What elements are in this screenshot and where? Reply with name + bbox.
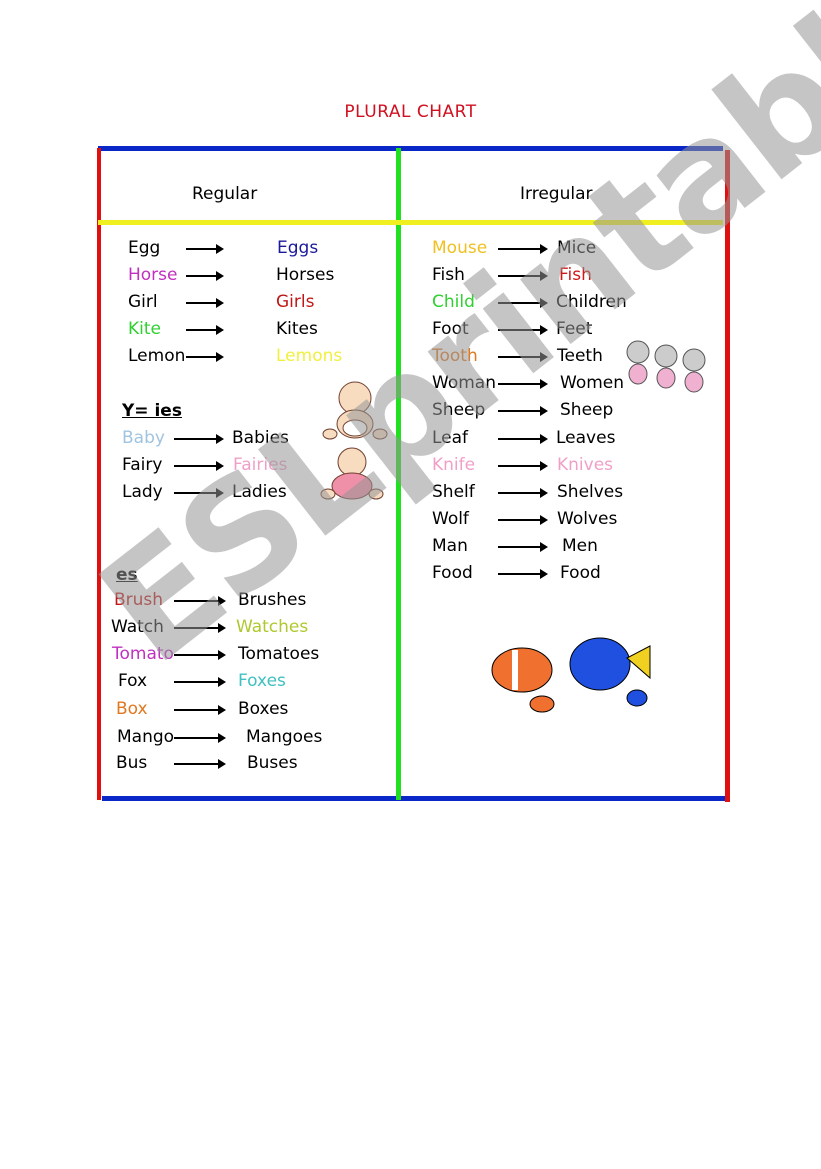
arrow-icon [186, 298, 224, 308]
arrow-icon [174, 623, 226, 633]
regular-es-plural: Buses [247, 753, 298, 773]
regular-es-plural: Foxes [238, 671, 286, 691]
arrow-icon [174, 759, 226, 769]
irregular-singular: Mouse [432, 238, 488, 258]
irregular-singular: Knife [432, 455, 476, 475]
column-divider [396, 148, 401, 800]
regular-basic-singular: Girl [128, 292, 158, 312]
regular-es-singular: Mango [117, 727, 175, 747]
arrow-icon [498, 352, 548, 362]
irregular-plural: Teeth [557, 346, 603, 366]
regular-es-singular: Bus [116, 753, 148, 773]
arrow-icon [174, 650, 226, 660]
bottom-border [102, 796, 727, 801]
irregular-singular: Wolf [432, 509, 469, 529]
irregular-plural: Women [560, 373, 625, 393]
regular-es-singular: Tomato [112, 644, 174, 664]
arrow-icon [498, 488, 548, 498]
irregular-singular: Food [432, 563, 473, 583]
header-irregular: Irregular [520, 184, 593, 204]
irregular-plural: Fish [559, 265, 592, 285]
arrow-icon [186, 325, 224, 335]
arrow-icon [498, 434, 548, 444]
arrow-icon [174, 596, 226, 606]
arrow-icon [498, 271, 548, 281]
ies-heading: Y= ies [122, 401, 182, 421]
arrow-icon [498, 515, 548, 525]
regular-ies-singular: Baby [122, 428, 165, 448]
arrow-icon [498, 379, 548, 389]
regular-basic-plural: Girls [276, 292, 315, 312]
arrow-icon [186, 352, 224, 362]
arrow-icon [498, 325, 548, 335]
regular-es-singular: Brush [114, 590, 164, 610]
irregular-singular: Sheep [432, 400, 486, 420]
arrow-icon [174, 461, 224, 471]
baby-girl-illustration [320, 447, 384, 500]
arrow-icon [174, 733, 226, 743]
regular-es-singular: Box [116, 699, 148, 719]
regular-ies-plural: Fairies [233, 455, 288, 475]
irregular-singular: Fish [432, 265, 465, 285]
irregular-plural: Mice [557, 238, 597, 258]
irregular-plural: Shelves [557, 482, 624, 502]
irregular-plural: Wolves [557, 509, 618, 529]
regular-basic-plural: Lemons [276, 346, 343, 366]
regular-basic-singular: Lemon [128, 346, 186, 366]
regular-basic-plural: Horses [276, 265, 335, 285]
irregular-plural: Leaves [556, 428, 616, 448]
regular-basic-singular: Horse [128, 265, 178, 285]
top-border [98, 146, 723, 151]
irregular-plural: Sheep [560, 400, 614, 420]
header-regular: Regular [192, 184, 258, 204]
regular-ies-singular: Lady [122, 482, 163, 502]
arrow-icon [498, 461, 548, 471]
left-border [97, 148, 101, 800]
irregular-plural: Children [556, 292, 627, 312]
baby-boy-illustration [322, 381, 388, 440]
fish-illustration [491, 637, 651, 713]
arrow-icon [186, 271, 224, 281]
arrow-icon [498, 542, 548, 552]
arrow-icon [174, 705, 226, 715]
regular-es-plural: Boxes [238, 699, 289, 719]
regular-es-plural: Tomatoes [238, 644, 320, 664]
arrow-icon [174, 677, 226, 687]
irregular-singular: Man [432, 536, 468, 556]
regular-ies-singular: Fairy [122, 455, 163, 475]
arrow-icon [498, 244, 548, 254]
irregular-plural: Food [560, 563, 601, 583]
regular-basic-plural: Eggs [277, 238, 319, 258]
regular-ies-plural: Babies [232, 428, 289, 448]
regular-es-plural: Brushes [238, 590, 307, 610]
regular-es-singular: Fox [118, 671, 148, 691]
arrow-icon [498, 406, 548, 416]
regular-ies-plural: Ladies [232, 482, 287, 502]
irregular-plural: Men [562, 536, 598, 556]
page-title: PLURAL CHART [344, 102, 477, 122]
irregular-plural: Feet [556, 319, 593, 339]
regular-es-singular: Watch [111, 617, 164, 637]
es-heading: es [116, 565, 138, 585]
regular-es-plural: Mangoes [246, 727, 323, 747]
arrow-icon [186, 244, 224, 254]
dancing-mice-illustration [626, 340, 706, 393]
irregular-singular: Child [432, 292, 475, 312]
header-rule [98, 220, 723, 225]
regular-basic-singular: Egg [128, 238, 161, 258]
regular-basic-plural: Kites [276, 319, 318, 339]
arrow-icon [174, 488, 224, 498]
arrow-icon [498, 298, 548, 308]
irregular-singular: Leaf [432, 428, 469, 448]
irregular-plural: Knives [557, 455, 614, 475]
arrow-icon [174, 434, 224, 444]
irregular-singular: Tooth [432, 346, 478, 366]
irregular-singular: Foot [432, 319, 469, 339]
regular-es-plural: Watches [236, 617, 309, 637]
irregular-singular: Shelf [432, 482, 475, 502]
arrow-icon [498, 569, 548, 579]
irregular-singular: Woman [432, 373, 496, 393]
right-border [725, 150, 730, 802]
regular-basic-singular: Kite [128, 319, 161, 339]
